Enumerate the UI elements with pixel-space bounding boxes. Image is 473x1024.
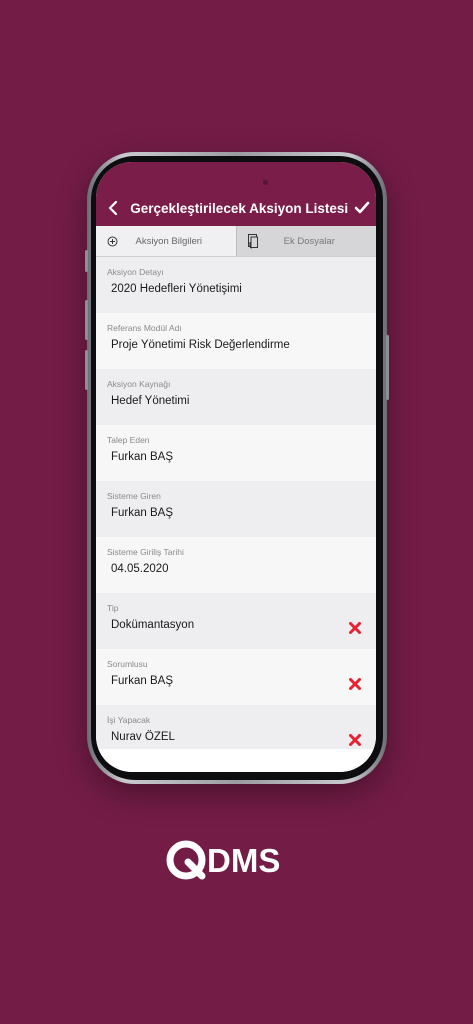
chevron-left-icon: [109, 200, 118, 216]
field-value: Furkan BAŞ: [111, 507, 173, 519]
qdms-logo: DMS: [166, 840, 280, 880]
tab-label: Ek Dosyalar: [283, 235, 335, 247]
back-button[interactable]: [100, 190, 126, 226]
field-label: Aksiyon Kaynağı: [107, 379, 171, 389]
delete-x-icon[interactable]: [348, 677, 362, 691]
screen-bottom-area: [96, 749, 376, 772]
delete-x-icon[interactable]: [348, 733, 362, 747]
field-label: Referans Modül Adı: [107, 323, 182, 333]
field-value: Proje Yönetimi Risk Değerlendirme: [111, 339, 290, 351]
phone-power-button: [386, 335, 389, 400]
field-value: Hedef Yönetimi: [111, 395, 190, 407]
field-value: 2020 Hedefleri Yönetişimi: [111, 283, 242, 295]
field-label: Sisteme Giriliş Tarihi: [107, 547, 184, 557]
plus-circle-icon: [102, 236, 122, 247]
tab-bar: Aksiyon Bilgileri Ek Dosyalar: [96, 226, 376, 257]
page-title: Gerçekleştirilecek Aksiyon Listesi: [130, 200, 349, 216]
field-label: Tip: [107, 603, 119, 613]
phone-silent-switch: [85, 250, 88, 272]
field-label: Talep Eden: [107, 435, 150, 445]
field-tip[interactable]: Tip Dokümantasyon: [96, 593, 376, 649]
tab-label: Aksiyon Bilgileri: [135, 235, 203, 247]
field-list: Aksiyon Detayı 2020 Hedefleri Yönetişimi…: [96, 257, 376, 761]
phone-volume-up: [85, 300, 88, 340]
tab-ek-dosyalar[interactable]: Ek Dosyalar: [235, 226, 376, 256]
field-talep-eden: Talep Eden Furkan BAŞ: [96, 425, 376, 481]
field-label: Aksiyon Detayı: [107, 267, 164, 277]
document-attachment-icon: [243, 233, 263, 249]
front-camera: [263, 180, 268, 185]
app-header: Gerçekleştirilecek Aksiyon Listesi: [96, 190, 376, 226]
field-value: Nurav ÖZEL: [111, 731, 175, 743]
logo-text: DMS: [207, 842, 280, 879]
field-label: Sorumlusu: [107, 659, 148, 669]
field-value: 04.05.2020: [111, 563, 169, 575]
confirm-button[interactable]: [348, 190, 376, 226]
field-aksiyon-detayi: Aksiyon Detayı 2020 Hedefleri Yönetişimi: [96, 257, 376, 313]
field-value: Dokümantasyon: [111, 619, 195, 631]
field-sorumlusu[interactable]: Sorumlusu Furkan BAŞ: [96, 649, 376, 705]
delete-x-icon[interactable]: [348, 621, 362, 635]
checkmark-icon: [354, 201, 370, 214]
app-screen: Gerçekleştirilecek Aksiyon Listesi Aksiy…: [96, 162, 376, 772]
tab-aksiyon-bilgileri[interactable]: Aksiyon Bilgileri: [96, 226, 236, 256]
field-label: Sisteme Giren: [107, 491, 161, 501]
field-referans-modul-adi: Referans Modül Adı Proje Yönetimi Risk D…: [96, 313, 376, 369]
field-value: Furkan BAŞ: [111, 451, 173, 463]
status-bar: [96, 162, 376, 190]
field-sisteme-giren: Sisteme Giren Furkan BAŞ: [96, 481, 376, 537]
field-aksiyon-kaynagi: Aksiyon Kaynağı Hedef Yönetimi: [96, 369, 376, 425]
field-value: Furkan BAŞ: [111, 675, 173, 687]
field-sisteme-girilis-tarihi: Sisteme Giriliş Tarihi 04.05.2020: [96, 537, 376, 593]
phone-volume-down: [85, 350, 88, 390]
field-label: İşi Yapacak: [107, 715, 151, 725]
